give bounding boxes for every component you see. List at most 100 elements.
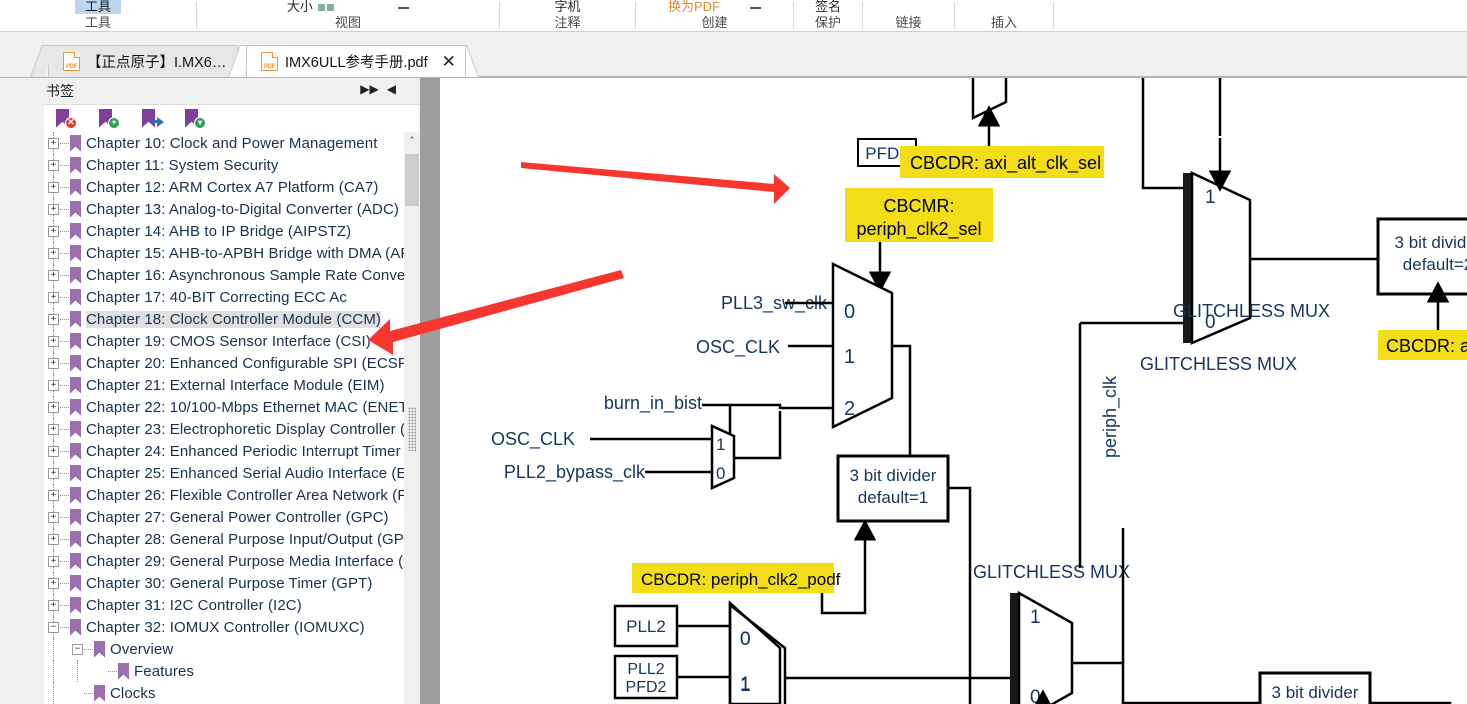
pdf-page-view[interactable]: PFD1 CBCDR: axi_alt_clk_sel CBCMR: perip…: [440, 78, 1467, 704]
expand-panel-icon[interactable]: ▶▶: [360, 82, 378, 96]
ribbon-group-comment[interactable]: 字机 注释: [500, 0, 635, 31]
tab-close-icon[interactable]: ✕: [442, 53, 456, 70]
bookmark-item[interactable]: + Chapter 15: AHB-to-APBH Bridge with DMA…: [44, 242, 419, 264]
ribbon-group-create[interactable]: 换为PDF 创建: [636, 0, 793, 31]
bookmark-item[interactable]: Clocks: [44, 682, 419, 704]
expand-node-icon[interactable]: +: [48, 555, 59, 567]
bookmark-item[interactable]: + Chapter 24: Enhanced Periodic Interrupt…: [44, 440, 419, 462]
tree-guide-line-root: [53, 682, 54, 704]
document-tab-1[interactable]: PDF 【正点原子】I.MX6…: [48, 45, 238, 77]
glitchless-mux-bottom-label: GLITCHLESS MUX: [973, 562, 1130, 582]
bookmark-item-label: Chapter 27: General Power Controller (GP…: [86, 508, 389, 526]
ribbon-tools-active-tab[interactable]: 工具: [74, 0, 121, 14]
scroll-up-icon[interactable]: ⌃: [404, 132, 420, 149]
expand-node-icon[interactable]: +: [48, 335, 59, 347]
bookmark-item[interactable]: + Chapter 14: AHB to IP Bridge (AIPSTZ): [44, 220, 419, 242]
expand-node-icon[interactable]: +: [48, 511, 59, 523]
expand-node-icon[interactable]: +: [48, 379, 59, 391]
bookmark-item-label: Chapter 23: Electrophoretic Display Cont…: [86, 420, 416, 438]
bookmark-flag-icon: [70, 618, 81, 636]
panel-splitter[interactable]: [420, 78, 440, 704]
ribbon-group-insert[interactable]: 插入: [955, 0, 1053, 31]
bookmark-flag-icon: [70, 398, 81, 416]
bookmark-item[interactable]: + Chapter 18: Clock Controller Module (CC…: [44, 308, 419, 330]
tree-connector: [60, 472, 69, 474]
ribbon-group-view[interactable]: 大小 视图: [197, 0, 499, 31]
bookmark-item[interactable]: + Chapter 10: Clock and Power Management: [44, 132, 419, 154]
bookmark-item[interactable]: + Chapter 19: CMOS Sensor Interface (CSI): [44, 330, 419, 352]
expand-node-icon[interactable]: +: [48, 467, 59, 479]
bookmark-item[interactable]: + Chapter 11: System Security: [44, 154, 419, 176]
bookmark-item[interactable]: Features: [44, 660, 419, 682]
bookmark-item-label: Chapter 25: Enhanced Serial Audio Interf…: [86, 464, 407, 482]
bookmarks-panel-title: 书签: [46, 83, 74, 99]
label-axi-clipped-text: CBCDR: axi: [1386, 336, 1467, 356]
bookmark-options-button[interactable]: ▾: [185, 108, 206, 129]
add-bookmark-button[interactable]: +: [99, 108, 120, 129]
bookmark-item[interactable]: − Overview: [44, 638, 419, 660]
expand-node-icon[interactable]: +: [48, 247, 59, 259]
periph-clk2-mux-port-2: 2: [844, 398, 855, 420]
ribbon-protect-subcaption: 签名: [814, 0, 841, 14]
expand-node-icon[interactable]: +: [48, 291, 59, 303]
bookmark-item[interactable]: + Chapter 25: Enhanced Serial Audio Inter…: [44, 462, 419, 484]
bookmarks-list[interactable]: + Chapter 10: Clock and Power Management +…: [44, 132, 419, 704]
bookmark-item[interactable]: + Chapter 22: 10/100-Mbps Ethernet MAC (E…: [44, 396, 419, 418]
bookmark-item[interactable]: + Chapter 16: Asynchronous Sample Rate Co…: [44, 264, 419, 286]
bookmark-item-label: Chapter 20: Enhanced Configurable SPI (E…: [86, 354, 413, 372]
expand-node-icon[interactable]: +: [48, 269, 59, 281]
bookmark-item[interactable]: + Chapter 30: General Purpose Timer (GPT): [44, 572, 419, 594]
bookmark-item-label: Overview: [110, 640, 174, 658]
bookmark-item[interactable]: + Chapter 23: Electrophoretic Display Con…: [44, 418, 419, 440]
divider-ahb-line1: 3 bit divider: [1272, 683, 1359, 702]
bookmark-item-label: Chapter 31: I2C Controller (I2C): [86, 596, 302, 614]
ribbon-comment-subcaption: 字机: [554, 0, 581, 14]
svg-text:1: 1: [740, 674, 751, 695]
bookmark-item[interactable]: + Chapter 17: 40-BIT Correcting ECC Ac: [44, 286, 419, 308]
goto-bookmark-button[interactable]: [142, 108, 164, 129]
expand-node-icon[interactable]: +: [48, 401, 59, 413]
bookmark-item[interactable]: + Chapter 28: General Purpose Input/Outpu…: [44, 528, 419, 550]
expand-node-icon[interactable]: +: [48, 225, 59, 237]
delete-badge-icon: ✕: [65, 116, 77, 129]
delete-bookmark-button[interactable]: ✕: [56, 108, 77, 129]
tree-connector: [60, 604, 69, 606]
bookmark-item[interactable]: + Chapter 29: General Purpose Media Inter…: [44, 550, 419, 572]
expand-node-icon[interactable]: +: [48, 357, 59, 369]
expand-node-icon[interactable]: +: [48, 533, 59, 545]
pdf-file-icon: PDF: [63, 52, 80, 71]
scrollbar-grip-icon: [408, 407, 416, 451]
expand-node-icon[interactable]: +: [48, 313, 59, 325]
bookmark-flag-icon: [70, 310, 81, 328]
bookmark-item[interactable]: + Chapter 20: Enhanced Configurable SPI (…: [44, 352, 419, 374]
collapse-node-icon[interactable]: −: [48, 621, 59, 633]
periph-clk2-mux-port-0: 0: [844, 301, 855, 323]
collapse-panel-icon[interactable]: ◀: [387, 82, 396, 96]
bookmark-item[interactable]: + Chapter 31: I2C Controller (I2C): [44, 594, 419, 616]
ribbon-group-protect[interactable]: 签名 保护: [794, 0, 862, 31]
expand-node-icon[interactable]: +: [48, 159, 59, 171]
bookmarks-scrollbar[interactable]: ⌃: [404, 132, 420, 704]
expand-node-icon[interactable]: +: [48, 137, 59, 149]
bookmark-item[interactable]: + Chapter 13: Analog-to-Digital Converter…: [44, 198, 419, 220]
bookmark-item[interactable]: + Chapter 12: ARM Cortex A7 Platform (CA7…: [44, 176, 419, 198]
bookmark-item[interactable]: + Chapter 21: External Interface Module (…: [44, 374, 419, 396]
document-tab-2[interactable]: PDF IMX6ULL参考手册.pdf ✕: [246, 45, 466, 77]
expand-node-icon[interactable]: +: [48, 489, 59, 501]
ribbon-group-label-create: 创建: [701, 15, 728, 30]
expand-node-icon[interactable]: +: [48, 423, 59, 435]
bookmark-item[interactable]: + Chapter 27: General Power Controller (G…: [44, 506, 419, 528]
collapse-node-icon[interactable]: −: [72, 643, 83, 655]
expand-node-icon[interactable]: +: [48, 577, 59, 589]
bookmark-item[interactable]: + Chapter 26: Flexible Controller Area Ne…: [44, 484, 419, 506]
expand-node-icon[interactable]: +: [48, 599, 59, 611]
ribbon-group-link[interactable]: 链接: [863, 0, 954, 31]
expand-node-icon[interactable]: +: [48, 203, 59, 215]
expand-node-icon[interactable]: +: [48, 445, 59, 457]
scrollbar-thumb[interactable]: [405, 154, 419, 206]
bookmark-item[interactable]: − Chapter 32: IOMUX Controller (IOMUXC): [44, 616, 419, 638]
ribbon-group-tools[interactable]: 工具 工具: [0, 0, 196, 31]
expand-node-icon[interactable]: +: [48, 181, 59, 193]
bookmark-item-label: Chapter 30: General Purpose Timer (GPT): [86, 574, 373, 592]
periph-clk2-mux: 0 1 2: [831, 261, 894, 430]
